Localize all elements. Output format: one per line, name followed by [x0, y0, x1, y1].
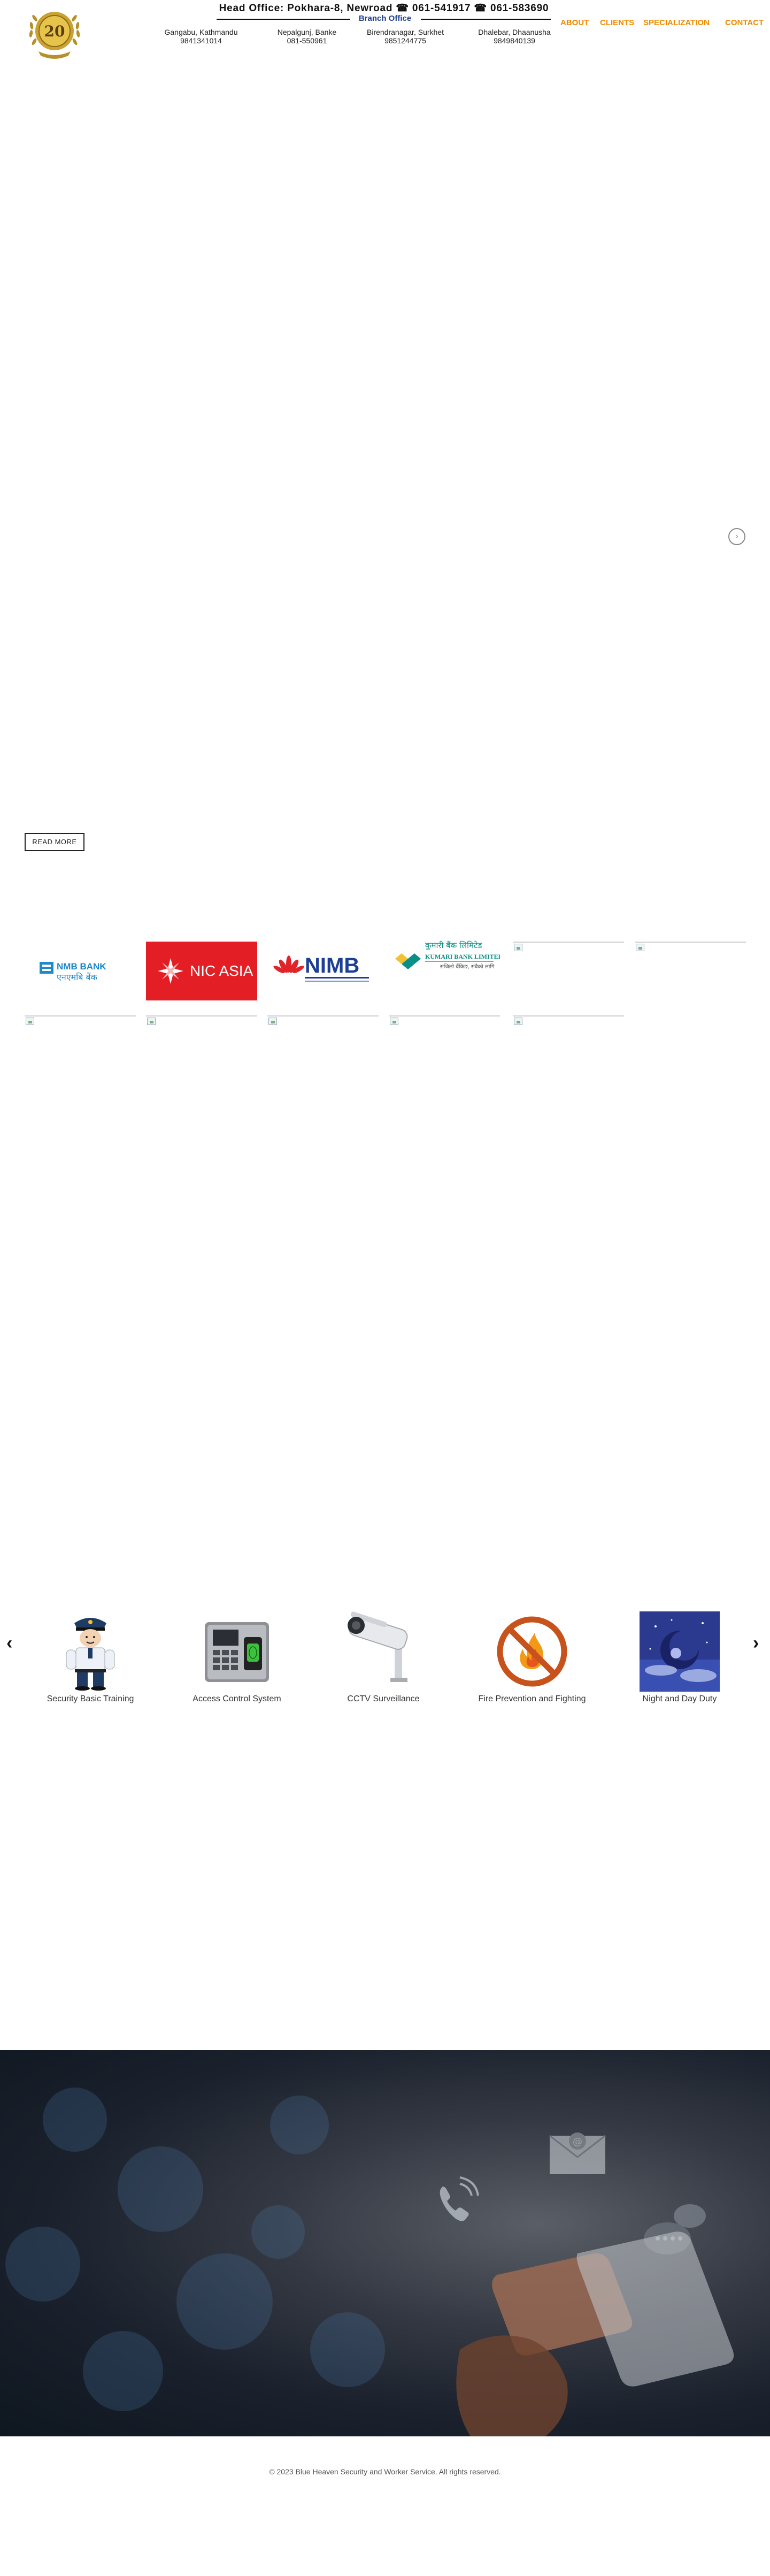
client-logo-nic-asia[interactable]: NIC ASIA — [146, 942, 257, 1000]
service-label: CCTV Surveillance — [347, 1694, 420, 1703]
divider — [217, 19, 350, 20]
client-logo-placeholder[interactable] — [513, 942, 624, 951]
company-logo[interactable]: 20 — [22, 4, 87, 63]
service-label: Fire Prevention and Fighting — [478, 1694, 586, 1703]
client-logo-placeholder[interactable] — [25, 1015, 136, 1025]
access-control-image[interactable] — [197, 1611, 277, 1692]
branch-city: Dhalebar, Dhaanusha — [478, 28, 551, 36]
logo-number: 20 — [44, 22, 65, 40]
cctv-camera-image[interactable] — [343, 1611, 424, 1692]
kumari-native-name: कुमारी बैंक लिमिटेड — [425, 941, 482, 951]
client-logo-placeholder[interactable] — [267, 1015, 379, 1025]
client-logo-placeholder[interactable] — [389, 1015, 500, 1025]
read-more-button[interactable]: READ MORE — [25, 833, 84, 851]
nav-about[interactable]: ABOUT — [560, 18, 589, 27]
branch-phone: 9851244775 — [384, 36, 426, 45]
broken-image-icon — [268, 1018, 277, 1025]
broken-image-icon — [514, 944, 522, 951]
smartphone-in-hand — [456, 2231, 734, 2436]
branch-city: Birendranagar, Surkhet — [367, 28, 444, 36]
kumari-logo-icon — [395, 953, 421, 969]
svg-text:@: @ — [573, 2136, 582, 2147]
branch-city: Nepalgunj, Banke — [277, 28, 337, 36]
branch-city: Gangabu, Kathmandu — [164, 28, 238, 36]
branch-phone: 9849840139 — [494, 36, 535, 45]
client-logo-kumari[interactable]: कुमारी बैंक लिमिटेड KUMARI BANK LIMITED … — [389, 932, 503, 991]
broken-image-icon — [514, 1018, 522, 1025]
nmb-native-name: एनएमबि बैंक — [57, 972, 98, 982]
broken-image-icon — [390, 1018, 398, 1025]
broken-image-icon — [636, 944, 644, 951]
nimb-name: NIMB — [305, 954, 359, 977]
divider — [421, 19, 551, 20]
branch-office: Birendranagar, Surkhet 9851244775 — [352, 28, 459, 45]
client-logo-nimb[interactable]: NIMB — [267, 942, 379, 1000]
branch-phone: 9841341014 — [180, 36, 222, 45]
contact-banner-image: @ — [0, 2050, 770, 2436]
nav-contact[interactable]: CONTACT — [725, 18, 764, 27]
service-label: Night and Day Duty — [642, 1694, 717, 1703]
kumari-name: KUMARI BANK LIMITED — [425, 953, 500, 960]
nmb-name: NMB BANK — [57, 961, 106, 972]
branch-office: Nepalgunj, Banke 081-550961 — [253, 28, 360, 45]
carousel-next-button[interactable]: › — [753, 1633, 759, 1654]
service-label: Security Basic Training — [47, 1694, 134, 1703]
branch-office: Gangabu, Kathmandu 9841341014 — [148, 28, 255, 45]
service-label: Access Control System — [192, 1694, 281, 1703]
client-logo-placeholder[interactable] — [146, 1015, 257, 1025]
footer-copyright: © 2023 Blue Heaven Security and Worker S… — [269, 2467, 501, 2476]
nmb-logo-icon — [40, 962, 53, 974]
nic-name: NIC ASIA — [190, 962, 253, 979]
lotus-icon — [273, 956, 304, 973]
nav-specialization[interactable]: SPECIALIZATION — [643, 18, 710, 27]
client-logo-nmb[interactable]: NMB BANK एनएमबि बैंक — [25, 942, 136, 1000]
branch-office: Dhalebar, Dhaanusha 9849840139 — [461, 28, 568, 45]
client-logo-placeholder[interactable] — [635, 942, 746, 951]
branch-office-title: Branch Office — [358, 14, 412, 23]
branch-phone: 081-550961 — [287, 36, 327, 45]
kumari-tagline: सजिलो बैंकिङ, सबैको लागि — [440, 964, 495, 970]
nav-clients[interactable]: CLIENTS — [600, 18, 634, 27]
email-icon: @ — [549, 2132, 606, 2174]
broken-image-icon — [26, 1018, 34, 1025]
security-guard-image[interactable] — [50, 1611, 130, 1692]
night-day-duty-image[interactable] — [640, 1611, 720, 1692]
carousel-prev-button[interactable]: ‹ — [6, 1633, 12, 1654]
client-logo-placeholder[interactable] — [513, 1015, 624, 1025]
broken-image-icon — [147, 1018, 156, 1025]
slider-next-button[interactable]: › — [728, 528, 745, 545]
phone-call-icon — [440, 2176, 479, 2221]
no-fire-image[interactable] — [492, 1611, 572, 1692]
